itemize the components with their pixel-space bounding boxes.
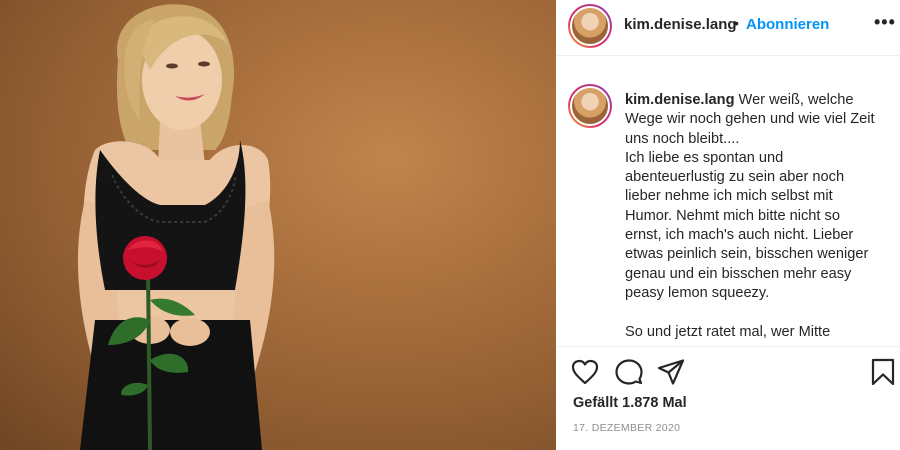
caption-body: Wer weiß, welche Wege wir noch gehen und… bbox=[625, 92, 875, 340]
woman-with-rose-illustration bbox=[77, 4, 275, 450]
separator-dot: • bbox=[734, 15, 739, 31]
post-side-panel: kim.denise.lang • Abonnieren ••• kim.den… bbox=[556, 0, 900, 450]
avatar[interactable] bbox=[568, 4, 612, 48]
paper-plane-icon[interactable] bbox=[656, 357, 686, 387]
post-photo[interactable] bbox=[0, 0, 556, 450]
bookmark-icon[interactable] bbox=[868, 357, 898, 387]
comment-icon[interactable] bbox=[614, 357, 644, 387]
caption-username-link[interactable]: kim.denise.lang bbox=[625, 92, 735, 108]
post-actions: Gefällt 1.878 Mal 17. DEZEMBER 2020 bbox=[556, 346, 900, 450]
caption-avatar[interactable] bbox=[568, 84, 612, 128]
follow-button[interactable]: Abonnieren bbox=[746, 16, 829, 33]
like-count[interactable]: Gefällt 1.878 Mal bbox=[573, 395, 687, 411]
caption-area[interactable]: kim.denise.lang Wer weiß, welche Wege wi… bbox=[556, 56, 900, 346]
post-header: kim.denise.lang • Abonnieren ••• bbox=[556, 0, 900, 56]
post-date[interactable]: 17. DEZEMBER 2020 bbox=[573, 422, 680, 434]
heart-icon[interactable] bbox=[570, 357, 600, 387]
username-link[interactable]: kim.denise.lang bbox=[624, 16, 737, 33]
more-options-icon[interactable]: ••• bbox=[874, 12, 896, 33]
caption-text: kim.denise.lang Wer weiß, welche Wege wi… bbox=[625, 91, 887, 342]
